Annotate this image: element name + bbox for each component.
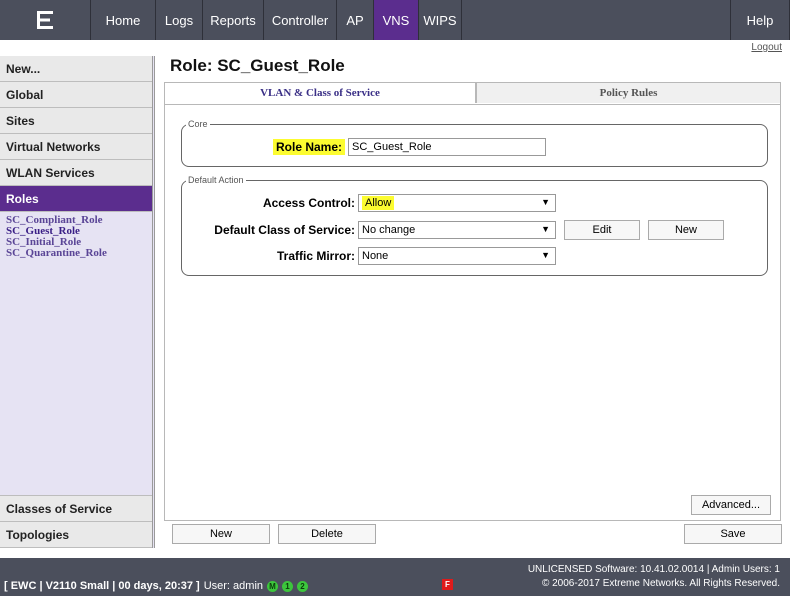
sidebar-item-topologies[interactable]: Topologies — [0, 522, 152, 548]
advanced-button[interactable]: Advanced... — [691, 495, 771, 515]
sidebar-item-sites[interactable]: Sites — [0, 108, 152, 134]
tab-bar: VLAN & Class of Service Policy Rules — [165, 83, 780, 105]
default-action-legend: Default Action — [188, 175, 244, 185]
access-control-value: Allow — [362, 196, 395, 210]
default-cos-value: No change — [362, 224, 416, 236]
save-button[interactable]: Save — [684, 524, 782, 544]
nav-reports[interactable]: Reports — [203, 0, 264, 40]
role-name-input[interactable] — [348, 138, 547, 156]
role-panel: VLAN & Class of Service Policy Rules Cor… — [164, 82, 781, 521]
alarm-flag-icon[interactable]: F — [442, 579, 453, 590]
nav-wips[interactable]: WIPS — [419, 0, 462, 40]
sidebar-item-new[interactable]: New... — [0, 56, 152, 82]
sidebar: New... Global Sites Virtual Networks WLA… — [0, 56, 155, 548]
status-license-line: UNLICENSED Software: 10.41.02.0014 | Adm… — [527, 564, 780, 575]
delete-role-button[interactable]: Delete — [278, 524, 376, 544]
status-info: [ EWC | V2110 Small | 00 days, 20:37 ] U… — [4, 580, 308, 592]
status-2-icon[interactable]: 2 — [297, 580, 308, 592]
nav-controller[interactable]: Controller — [264, 0, 337, 40]
dropdown-arrow-icon: ▼ — [541, 250, 550, 260]
status-license: UNLICENSED Software: 10.41.02.0014 | Adm… — [528, 563, 780, 591]
nav-ap[interactable]: AP — [337, 0, 374, 40]
page-title: Role: SC_Guest_Role — [170, 56, 345, 75]
traffic-mirror-label: Traffic Mirror: — [276, 249, 355, 263]
access-control-select[interactable]: Allow ▼ — [358, 194, 556, 212]
default-cos-select[interactable]: No change ▼ — [358, 221, 556, 239]
status-system: [ EWC | V2110 Small | 00 days, 20:37 ] — [4, 580, 200, 592]
roles-list: SC_Compliant_Role SC_Guest_Role SC_Initi… — [0, 212, 152, 262]
new-cos-button[interactable]: New — [648, 220, 724, 240]
status-1-icon[interactable]: 1 — [282, 580, 293, 592]
role-name-label: Role Name: — [273, 139, 346, 155]
sidebar-item-virtual-networks[interactable]: Virtual Networks — [0, 134, 152, 160]
nav-logs[interactable]: Logs — [156, 0, 203, 40]
default-cos-label: Default Class of Service: — [214, 223, 355, 237]
edit-cos-button[interactable]: Edit — [564, 220, 640, 240]
sidebar-item-global[interactable]: Global — [0, 82, 152, 108]
nav-vns[interactable]: VNS — [374, 0, 419, 40]
tab-vlan-class-of-service[interactable]: VLAN & Class of Service — [165, 83, 476, 103]
new-role-button[interactable]: New — [172, 524, 270, 544]
sidebar-item-classes-of-service[interactable]: Classes of Service — [0, 495, 152, 522]
extreme-logo-icon[interactable] — [0, 0, 91, 40]
access-control-label: Access Control: — [262, 196, 355, 210]
traffic-mirror-value: None — [362, 250, 389, 262]
role-link-quarantine[interactable]: SC_Quarantine_Role — [6, 248, 146, 259]
core-legend: Core — [188, 119, 208, 129]
traffic-mirror-select[interactable]: None ▼ — [358, 247, 556, 265]
status-copyright-line: © 2006-2017 Extreme Networks. All Rights… — [541, 578, 780, 589]
sidebar-item-roles[interactable]: Roles — [0, 186, 152, 212]
status-m-icon[interactable]: M — [267, 580, 278, 592]
tab-policy-rules[interactable]: Policy Rules — [476, 83, 780, 103]
status-bar: [ EWC | V2110 Small | 00 days, 20:37 ] U… — [0, 558, 790, 596]
logout-link[interactable]: Logout — [751, 42, 782, 53]
dropdown-arrow-icon: ▼ — [541, 224, 550, 234]
dropdown-arrow-icon: ▼ — [541, 197, 550, 207]
top-nav-bar: Home Logs Reports Controller AP VNS WIPS… — [0, 0, 790, 40]
status-user: User: admin — [203, 580, 263, 592]
sidebar-item-wlan-services[interactable]: WLAN Services — [0, 160, 152, 186]
nav-help[interactable]: Help — [731, 0, 790, 40]
nav-home[interactable]: Home — [91, 0, 156, 40]
